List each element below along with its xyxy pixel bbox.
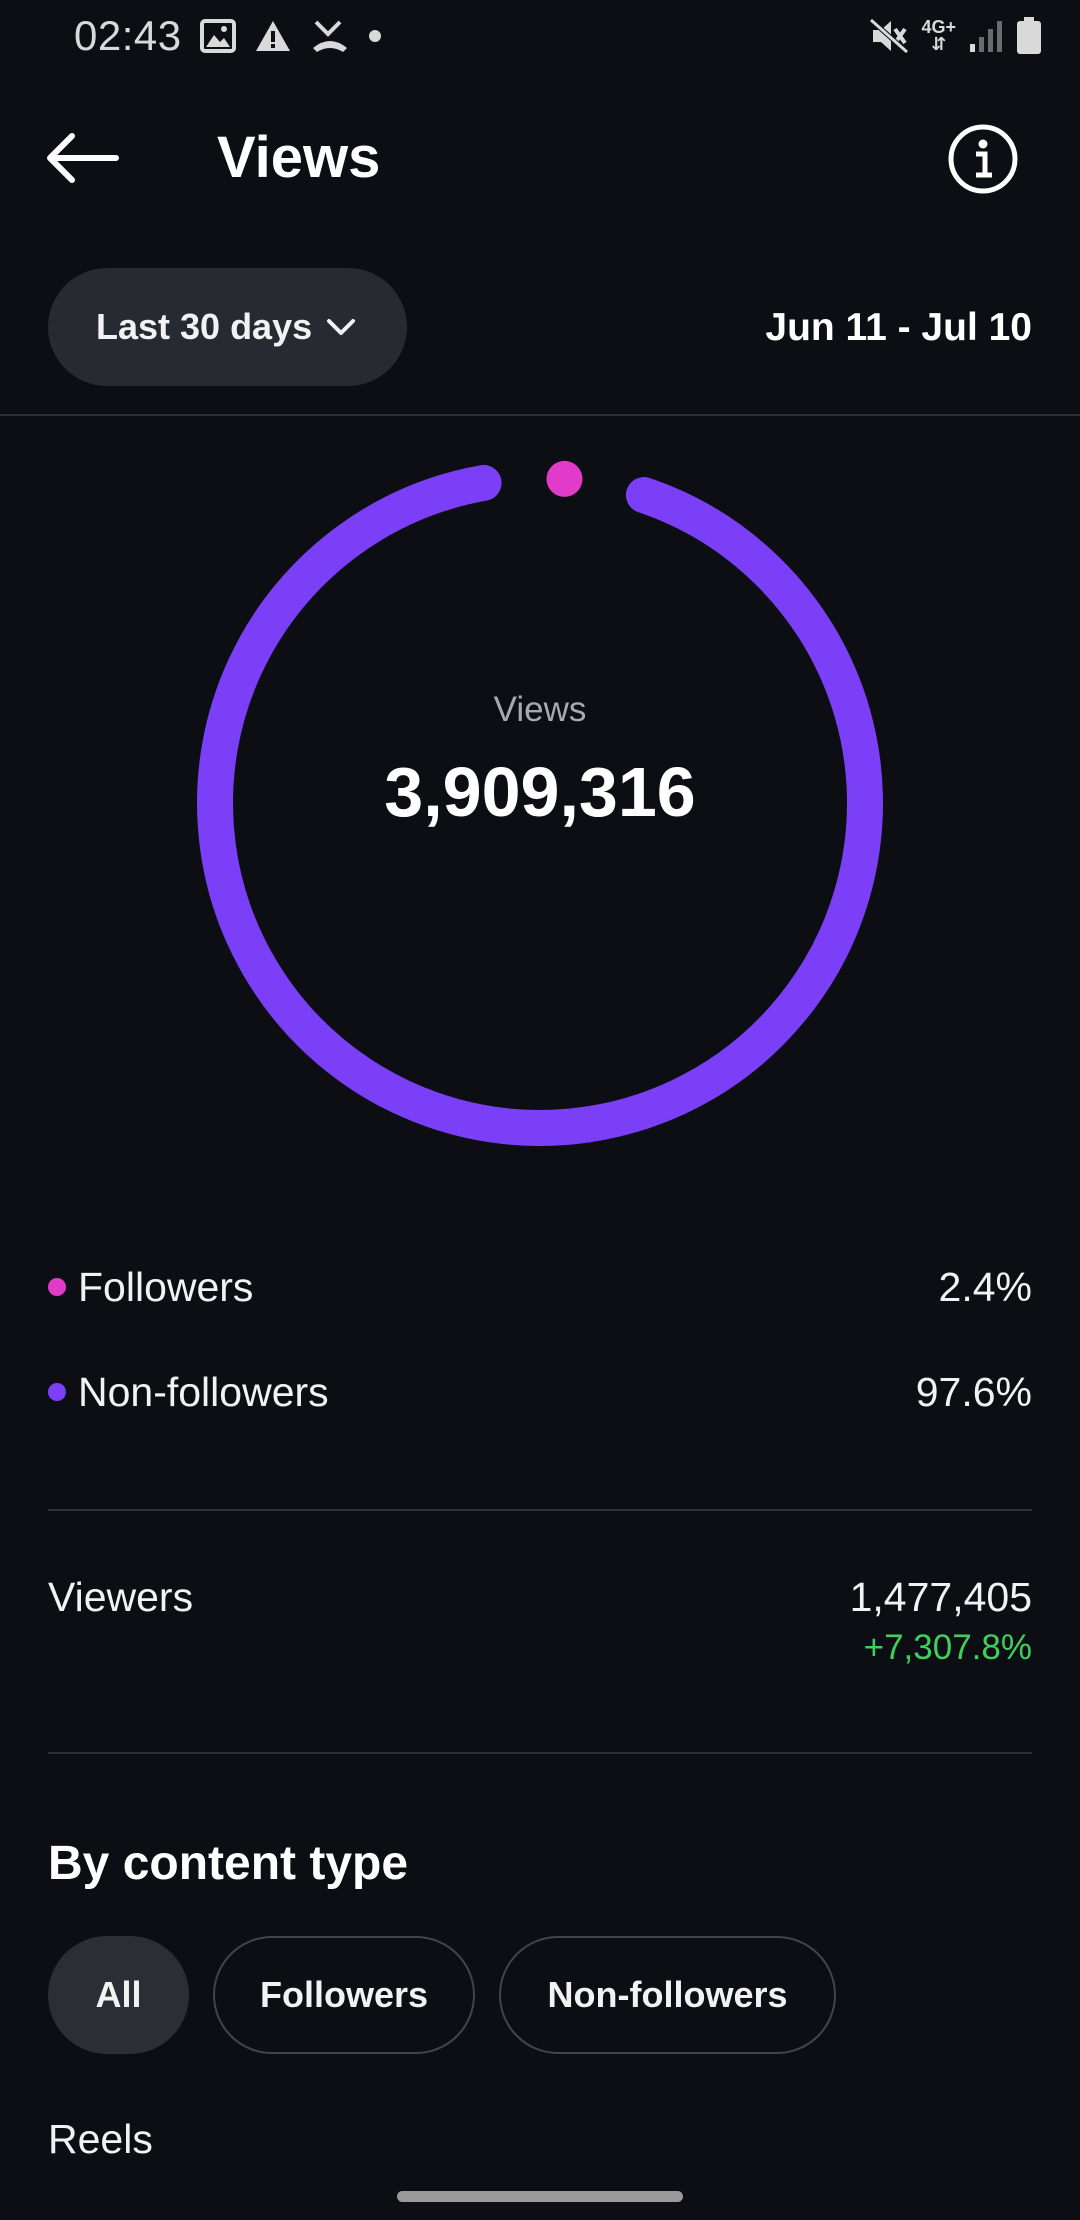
viewers-label: Viewers	[48, 1574, 194, 1620]
legend-row-non-followers: Non-followers 97.6%	[48, 1362, 1032, 1422]
divider	[48, 1752, 1032, 1754]
legend-label: Non-followers	[78, 1368, 329, 1415]
network-type: 4G+ ⇵	[921, 17, 956, 54]
legend-value: 2.4%	[938, 1263, 1032, 1310]
reels-section-label: Reels	[48, 2116, 153, 2162]
home-indicator[interactable]	[397, 2191, 683, 2202]
legend-value: 97.6%	[915, 1368, 1032, 1415]
more-notifications-dot-icon	[368, 30, 381, 42]
filter-row: Last 30 days Jun 11 - Jul 10	[0, 268, 1080, 386]
date-range-dropdown[interactable]: Last 30 days	[48, 268, 407, 386]
divider	[0, 414, 1080, 416]
back-button[interactable]	[42, 128, 122, 188]
date-range-dropdown-label: Last 30 days	[96, 306, 313, 347]
battery-icon	[1017, 17, 1041, 54]
chevron-down-icon	[327, 319, 356, 335]
legend-row-followers: Followers 2.4%	[48, 1257, 1032, 1317]
status-time: 02:43	[74, 12, 182, 59]
signal-icon	[970, 21, 1002, 52]
warning-icon	[255, 21, 290, 51]
page-title: Views	[217, 125, 381, 190]
mute-icon	[869, 18, 910, 54]
total-views-value: 3,909,316	[384, 753, 696, 831]
non-followers-legend-dot	[48, 1383, 66, 1401]
viewers-value: 1,477,405	[849, 1574, 1032, 1620]
divider	[48, 1509, 1032, 1511]
viewers-row: Viewers 1,477,405 +7,307.8%	[48, 1574, 1032, 1684]
legend-label: Followers	[78, 1263, 254, 1310]
chip-followers[interactable]: Followers	[213, 1936, 475, 2054]
info-icon	[948, 124, 1018, 194]
chip-non-followers[interactable]: Non-followers	[499, 1936, 836, 2054]
app-bar: Views	[0, 110, 1080, 202]
section-title: By content type	[48, 1837, 409, 1890]
content-type-filter-chips: All Followers Non-followers	[48, 1936, 836, 2054]
followers-legend-dot	[48, 1278, 66, 1296]
viewers-change: +7,307.8%	[863, 1628, 1032, 1667]
missed-call-icon	[312, 20, 347, 52]
date-range-text: Jun 11 - Jul 10	[765, 306, 1032, 349]
status-bar: 02:43 4G+ ⇵	[0, 0, 1080, 72]
arrow-left-icon	[47, 133, 119, 183]
chip-all[interactable]: All	[48, 1936, 189, 2054]
image-notification-icon	[199, 19, 236, 53]
donut-slice-followers	[546, 460, 583, 497]
donut-center-label: Views	[493, 690, 587, 729]
info-button[interactable]	[946, 122, 1020, 196]
